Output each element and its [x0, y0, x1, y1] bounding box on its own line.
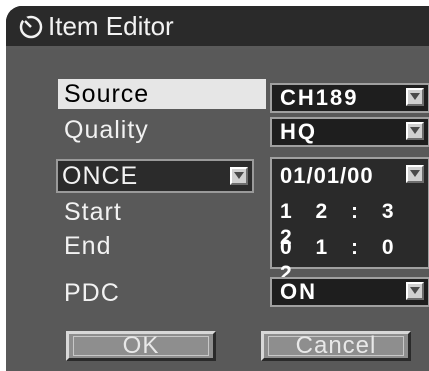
chevron-down-icon	[410, 93, 420, 100]
window-title: Item Editor	[48, 11, 174, 41]
repeat-select[interactable]: ONCE	[56, 159, 254, 193]
ok-button-label: OK	[122, 332, 160, 359]
quality-label: Quality	[64, 116, 149, 144]
source-select[interactable]: CH189	[270, 83, 429, 113]
date-value[interactable]: 01/01/00	[280, 163, 374, 189]
quality-dropdown-button[interactable]	[406, 122, 424, 140]
editor-panel: Source Quality ONCE Start End PDC CH189 …	[6, 49, 429, 371]
chevron-down-icon	[410, 287, 420, 294]
pdc-select[interactable]: ON	[270, 277, 429, 307]
quality-select[interactable]: HQ	[270, 117, 429, 147]
pdc-value: ON	[280, 279, 317, 304]
timer-icon	[19, 15, 43, 39]
schedule-box: 01/01/00 1 2 : 3 2 0 1 : 0 2	[270, 157, 429, 285]
cancel-button-label: Cancel	[295, 332, 377, 359]
source-value: CH189	[280, 85, 359, 110]
chevron-down-icon	[234, 172, 244, 179]
start-label: Start	[64, 198, 122, 226]
ok-button[interactable]: OK	[66, 331, 216, 361]
pdc-dropdown-button[interactable]	[406, 282, 424, 300]
chevron-down-icon	[410, 170, 420, 177]
repeat-value: ONCE	[62, 162, 139, 190]
date-dropdown-button[interactable]	[406, 165, 424, 183]
repeat-dropdown-button[interactable]	[230, 167, 248, 185]
source-label[interactable]: Source	[58, 79, 266, 109]
quality-value: HQ	[280, 119, 317, 144]
source-dropdown-button[interactable]	[406, 88, 424, 106]
title-bar: Item Editor	[6, 6, 429, 49]
cancel-button[interactable]: Cancel	[261, 331, 411, 361]
end-label: End	[64, 232, 112, 260]
pdc-label: PDC	[64, 279, 120, 307]
chevron-down-icon	[410, 127, 420, 134]
item-editor-window: Item Editor Source Quality ONCE Start En…	[6, 6, 429, 371]
